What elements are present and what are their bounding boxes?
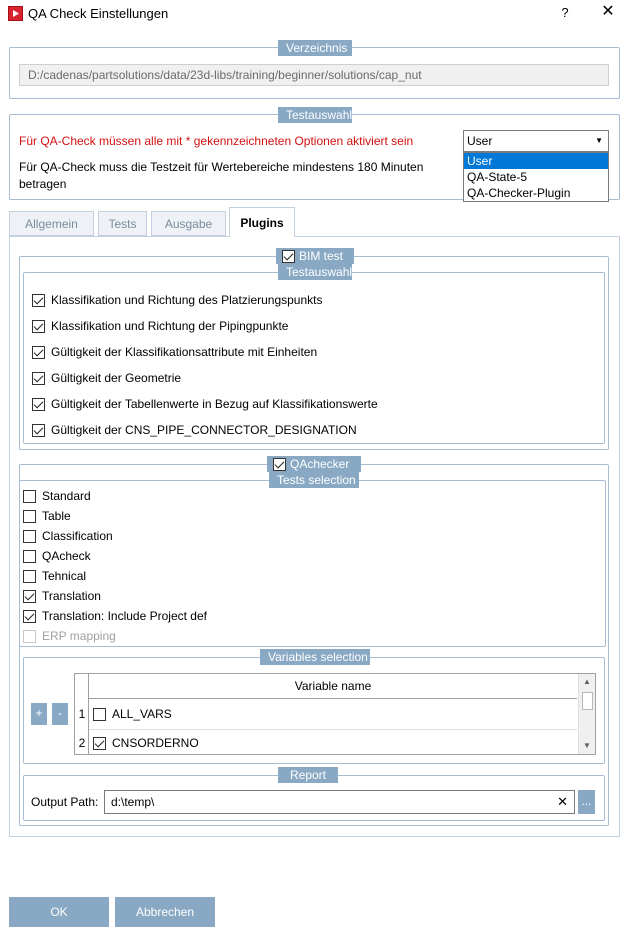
output-path-label: Output Path: bbox=[31, 795, 99, 809]
clear-icon[interactable]: ✕ bbox=[557, 791, 568, 813]
tab-tests[interactable]: Tests bbox=[98, 211, 147, 236]
tests-list: Standard Table Classification QAcheck Te… bbox=[23, 486, 423, 646]
bimtest-item-checkbox[interactable] bbox=[32, 371, 45, 385]
bimtest-item-checkbox[interactable] bbox=[32, 345, 45, 359]
test-time-note-line2: betragen bbox=[19, 177, 67, 191]
tab-plugins[interactable]: Plugins bbox=[229, 207, 295, 237]
bimtest-item-label: Klassifikation und Richtung des Platzier… bbox=[51, 293, 323, 307]
help-button[interactable]: ? bbox=[555, 4, 575, 24]
test-item-checkbox[interactable] bbox=[23, 549, 36, 563]
bimtest-item[interactable]: Gültigkeit der Klassifikationsattribute … bbox=[32, 339, 592, 365]
scroll-down-icon[interactable]: ▼ bbox=[583, 741, 591, 750]
test-item[interactable]: Translation: Include Project def bbox=[23, 606, 423, 626]
test-item-label: Tehnical bbox=[42, 569, 87, 583]
test-item[interactable]: Standard bbox=[23, 486, 423, 506]
add-variable-button[interactable]: + bbox=[31, 703, 47, 725]
bimtest-item-label: Gültigkeit der Tabellenwerte in Bezug au… bbox=[51, 397, 378, 411]
bimtest-selection-title: Testauswahl bbox=[278, 264, 352, 280]
profile-dropdown-value: User bbox=[467, 134, 493, 148]
chevron-down-icon[interactable]: ▼ bbox=[595, 131, 603, 151]
qachecker-checkbox[interactable] bbox=[273, 457, 286, 471]
ok-button[interactable]: OK bbox=[9, 897, 109, 927]
test-item[interactable]: QAcheck bbox=[23, 546, 423, 566]
output-path-input[interactable]: d:\temp\ ✕ bbox=[104, 790, 575, 814]
bimtest-item-checkbox[interactable] bbox=[32, 397, 45, 411]
remove-variable-button[interactable]: - bbox=[52, 703, 68, 725]
test-item-checkbox[interactable] bbox=[23, 589, 36, 603]
test-item-label: Classification bbox=[42, 529, 113, 543]
test-item-checkbox[interactable] bbox=[23, 509, 36, 523]
variable-checkbox[interactable] bbox=[93, 736, 106, 750]
test-item-label: Translation bbox=[42, 589, 101, 603]
variables-selection-title: Variables selection bbox=[260, 649, 370, 665]
test-item-label: Translation: Include Project def bbox=[42, 609, 207, 623]
dropdown-option-qa-checker-plugin[interactable]: QA-Checker-Plugin bbox=[464, 185, 608, 201]
bimtest-item[interactable]: Klassifikation und Richtung der Pipingpu… bbox=[32, 313, 592, 339]
close-button[interactable]: ✕ bbox=[596, 2, 620, 24]
qa-warning-text: Für QA-Check müssen alle mit * gekennzei… bbox=[19, 134, 414, 148]
test-item-label: Standard bbox=[42, 489, 91, 503]
browse-button[interactable]: ... bbox=[578, 790, 595, 814]
test-item-label: ERP mapping bbox=[42, 629, 116, 643]
test-item-checkbox[interactable] bbox=[23, 529, 36, 543]
bimtest-item-label: Klassifikation und Richtung der Pipingpu… bbox=[51, 319, 289, 333]
window-title: QA Check Einstellungen bbox=[28, 6, 169, 21]
profile-dropdown-list: User QA-State-5 QA-Checker-Plugin bbox=[463, 152, 609, 202]
row-divider bbox=[89, 729, 577, 730]
test-time-note-line1: Für QA-Check muss die Testzeit für Werte… bbox=[19, 160, 424, 174]
test-item[interactable]: Tehnical bbox=[23, 566, 423, 586]
variable-checkbox[interactable] bbox=[93, 707, 106, 721]
test-item[interactable]: Translation bbox=[23, 586, 423, 606]
verzeichnis-title: Verzeichnis bbox=[278, 40, 352, 56]
profile-dropdown[interactable]: User ▼ bbox=[463, 130, 609, 152]
variable-row[interactable]: CNSORDERNO bbox=[93, 731, 199, 755]
test-item-checkbox[interactable] bbox=[23, 569, 36, 583]
app-icon bbox=[8, 6, 23, 21]
bimtest-label: BIM test bbox=[299, 249, 344, 263]
bimtest-item[interactable]: Gültigkeit der CNS_PIPE_CONNECTOR_DESIGN… bbox=[32, 417, 592, 443]
qachecker-header[interactable]: QAchecker bbox=[267, 456, 361, 472]
bimtest-item-label: Gültigkeit der Klassifikationsattribute … bbox=[51, 345, 318, 359]
test-item[interactable]: Table bbox=[23, 506, 423, 526]
test-item-checkbox bbox=[23, 629, 36, 643]
variable-row[interactable]: ALL_VARS bbox=[93, 702, 172, 726]
variable-name: ALL_VARS bbox=[112, 707, 172, 721]
test-item-disabled: ERP mapping bbox=[23, 626, 423, 646]
dropdown-option-qa-state-5[interactable]: QA-State-5 bbox=[464, 169, 608, 185]
variable-name: CNSORDERNO bbox=[112, 736, 199, 750]
output-path-value: d:\temp\ bbox=[111, 795, 155, 809]
test-item-label: QAcheck bbox=[42, 549, 91, 563]
scroll-up-icon[interactable]: ▲ bbox=[583, 677, 591, 686]
bimtest-item[interactable]: Klassifikation und Richtung des Platzier… bbox=[32, 287, 592, 313]
bimtest-list: Klassifikation und Richtung des Platzier… bbox=[32, 287, 592, 443]
bimtest-checkbox[interactable] bbox=[282, 249, 295, 263]
tab-allgemein[interactable]: Allgemein bbox=[9, 211, 94, 236]
variables-table: Variable name 1 ALL_VARS 2 CNSORDERNO ▲ … bbox=[74, 673, 596, 755]
scroll-thumb[interactable] bbox=[582, 692, 593, 710]
title-bar: QA Check Einstellungen ? ✕ bbox=[0, 0, 629, 28]
test-item[interactable]: Classification bbox=[23, 526, 423, 546]
cancel-button[interactable]: Abbrechen bbox=[115, 897, 215, 927]
bimtest-header[interactable]: BIM test bbox=[276, 248, 354, 264]
variables-scrollbar[interactable]: ▲ ▼ bbox=[578, 674, 595, 754]
bimtest-item-label: Gültigkeit der Geometrie bbox=[51, 371, 182, 385]
directory-path-field: D:/cadenas/partsolutions/data/23d-libs/t… bbox=[19, 64, 609, 86]
row-number: 2 bbox=[78, 736, 86, 750]
bimtest-item[interactable]: Gültigkeit der Tabellenwerte in Bezug au… bbox=[32, 391, 592, 417]
bimtest-item-label: Gültigkeit der CNS_PIPE_CONNECTOR_DESIGN… bbox=[51, 423, 357, 437]
dropdown-option-user[interactable]: User bbox=[464, 153, 608, 169]
test-item-checkbox[interactable] bbox=[23, 609, 36, 623]
testauswahl-title: Testauswahl bbox=[278, 107, 352, 123]
bimtest-item-checkbox[interactable] bbox=[32, 423, 45, 437]
bimtest-item[interactable]: Gültigkeit der Geometrie bbox=[32, 365, 592, 391]
row-number: 1 bbox=[78, 707, 86, 721]
bimtest-item-checkbox[interactable] bbox=[32, 293, 45, 307]
qachecker-label: QAchecker bbox=[290, 457, 350, 471]
test-item-label: Table bbox=[42, 509, 71, 523]
report-title: Report bbox=[278, 767, 338, 783]
bimtest-item-checkbox[interactable] bbox=[32, 319, 45, 333]
variables-column-header[interactable]: Variable name bbox=[89, 674, 577, 699]
test-item-checkbox[interactable] bbox=[23, 489, 36, 503]
tab-ausgabe[interactable]: Ausgabe bbox=[151, 211, 226, 236]
